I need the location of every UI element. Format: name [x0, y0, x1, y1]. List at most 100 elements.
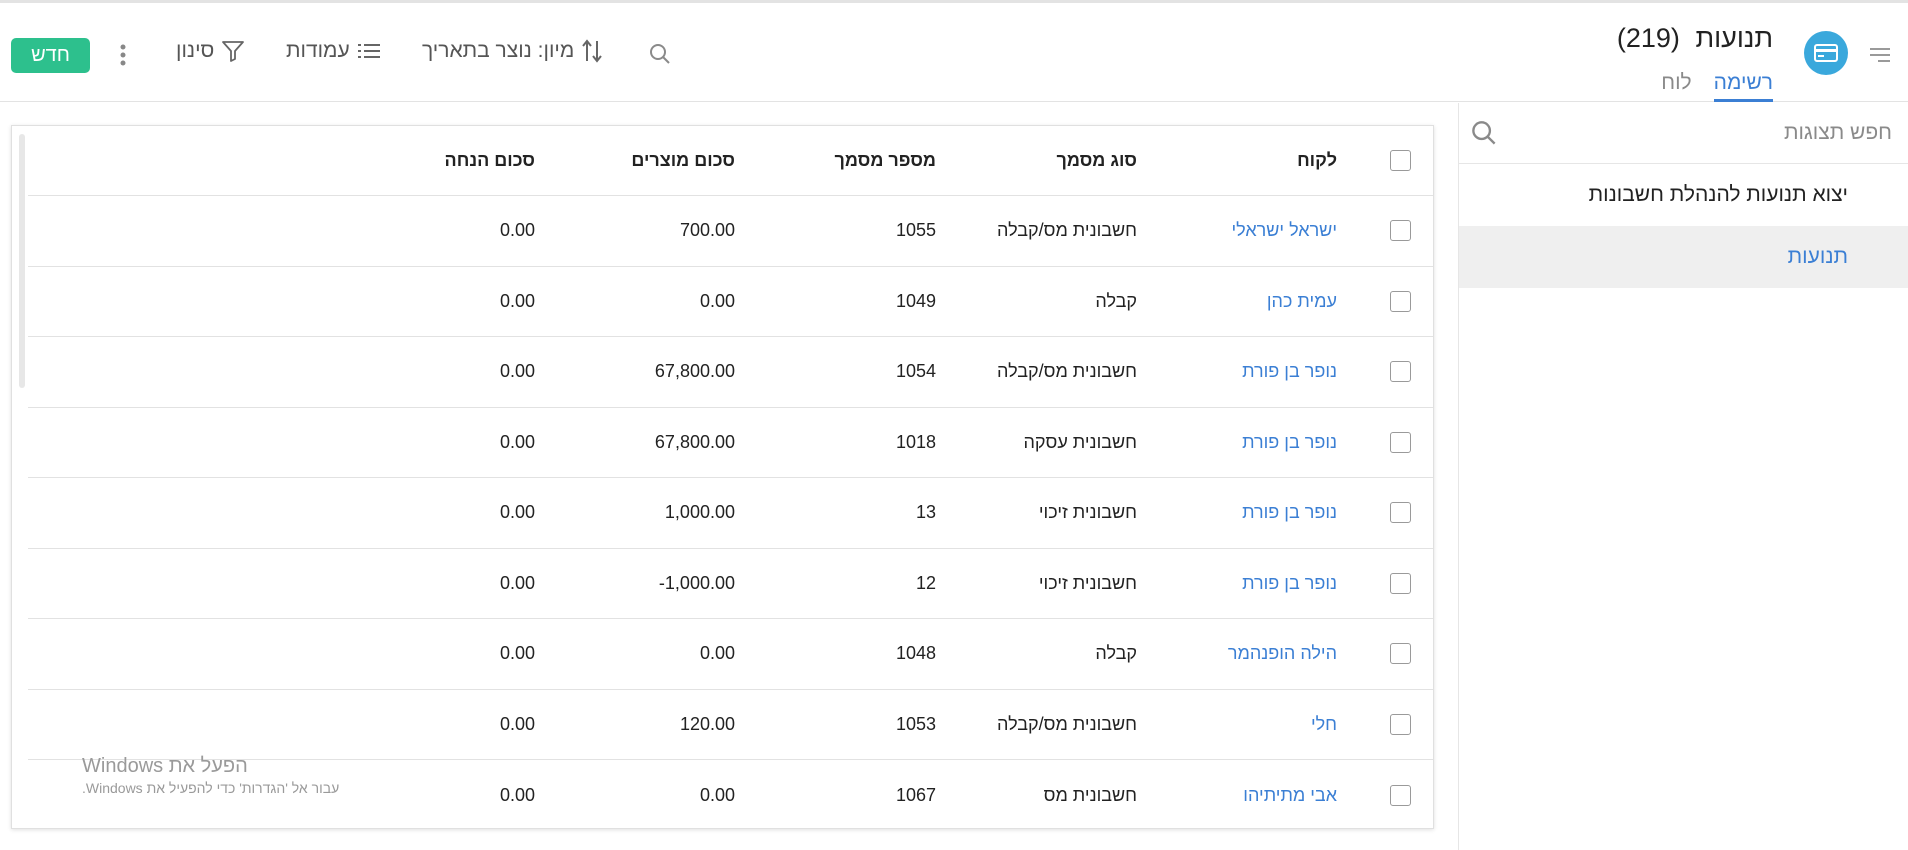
views-search-input[interactable] [1512, 113, 1892, 153]
customer-link[interactable]: נופר בן פורת [1242, 432, 1337, 453]
doc-number-cell: 1055 [895, 220, 936, 241]
filter-button[interactable]: סינון [176, 39, 245, 63]
table-header-row: לקוח סוג מסמך מספר מסמך סכום מוצרים סכום… [28, 126, 1433, 196]
toolbar-search-button[interactable] [648, 41, 672, 67]
table-row[interactable]: חלי חשבונית מס/קבלה 1053 120.00 0.00 [28, 690, 1433, 760]
discount-sum-cell: 0.00 [499, 220, 535, 241]
watermark-title: הפעל את Windows [82, 755, 248, 777]
row-select-cell [1389, 408, 1411, 478]
sidebar-item-transactions[interactable]: תנועות [1459, 226, 1908, 288]
doc-type-cell: חשבונית מס/קבלה [997, 220, 1137, 241]
row-select-cell [1389, 267, 1411, 337]
search-icon [650, 44, 670, 64]
menu-button[interactable] [1868, 43, 1892, 67]
customer-cell: נופר בן פורת [1242, 478, 1337, 548]
doc-number-cell: 13 [915, 502, 936, 523]
customer-cell: ישראל ישראלי [1232, 196, 1338, 266]
transactions-table-card: לקוח סוג מסמך מספר מסמך סכום מוצרים סכום… [11, 125, 1434, 829]
customer-cell: נופר בן פורת [1242, 408, 1337, 478]
hamburger-icon [1870, 48, 1890, 62]
sidebar-item-export[interactable]: יצוא תנועות להנהלת חשבונות [1459, 164, 1908, 226]
products-sum-cell: 1,000.00- [658, 572, 735, 593]
doc-type-cell: חשבונית מס [1043, 784, 1137, 805]
customer-link[interactable]: חלי [1311, 714, 1337, 735]
discount-sum-cell: 0.00 [499, 572, 535, 593]
row-checkbox[interactable] [1389, 643, 1411, 665]
select-all-checkbox[interactable] [1389, 150, 1411, 171]
table-row[interactable]: נופר בן פורת חשבונית זיכוי 13 1,000.00 0… [28, 478, 1433, 549]
row-checkbox[interactable] [1389, 572, 1411, 594]
customer-cell: אבי מתיתיהו [1243, 760, 1337, 828]
customer-cell: נופר בן פורת [1242, 549, 1337, 619]
customer-cell: נופר בן פורת [1242, 337, 1337, 407]
table-row[interactable]: נופר בן פורת חשבונית מס/קבלה 1054 67,800… [28, 337, 1433, 408]
more-button[interactable] [114, 39, 132, 71]
row-checkbox[interactable] [1389, 784, 1411, 806]
discount-sum-cell: 0.00 [499, 431, 535, 452]
credit-card-icon [1814, 44, 1838, 62]
row-checkbox[interactable] [1389, 431, 1411, 453]
doc-type-cell: חשבונית מס/קבלה [997, 361, 1137, 382]
discount-sum-cell: 0.00 [499, 643, 535, 664]
row-checkbox[interactable] [1389, 361, 1411, 383]
customer-link[interactable]: ישראל ישראלי [1232, 220, 1338, 241]
table-row[interactable]: ישראל ישראלי חשבונית מס/קבלה 1055 700.00… [28, 196, 1433, 267]
table-row[interactable]: נופר בן פורת חשבונית עסקה 1018 67,800.00… [28, 408, 1433, 478]
doc-number-cell: 1053 [895, 713, 936, 734]
doc-number-cell: 1049 [895, 290, 936, 311]
header-doc-number[interactable]: מספר מסמך [835, 126, 936, 195]
row-select-cell [1389, 478, 1411, 548]
page-header: תנועות (219) רשימה לוח מיון: נוצר בתאריך… [0, 3, 1908, 102]
sort-button[interactable]: מיון: נוצר בתאריך [422, 39, 603, 63]
row-checkbox[interactable] [1389, 502, 1411, 524]
watermark-subtitle: עבור אל 'הגדרות' כדי להפעיל את Windows. [82, 780, 340, 796]
select-all-cell [1389, 126, 1411, 195]
row-checkbox[interactable] [1389, 220, 1411, 242]
customer-cell: הילה הופנהמר [1228, 619, 1337, 689]
doc-number-cell: 1054 [895, 361, 936, 382]
table-row[interactable]: נופר בן פורת חשבונית זיכוי 12 1,000.00- … [28, 549, 1433, 619]
header-products-sum[interactable]: סכום מוצרים [631, 126, 735, 195]
header-customer[interactable]: לקוח [1297, 126, 1337, 195]
columns-button[interactable]: עמודות [286, 39, 380, 63]
customer-cell: חלי [1311, 690, 1337, 760]
row-select-cell [1389, 337, 1411, 407]
customer-link[interactable]: נופר בן פורת [1242, 502, 1337, 523]
discount-sum-cell: 0.00 [499, 502, 535, 523]
customer-link[interactable]: נופר בן פורת [1242, 361, 1337, 382]
doc-type-cell: חשבונית זיכוי [1038, 502, 1137, 523]
products-sum-cell: 1,000.00 [664, 502, 735, 523]
table-row[interactable]: עמית כהן קבלה 1049 0.00 0.00 [28, 267, 1433, 337]
app-badge [1804, 31, 1848, 75]
products-sum-cell: 0.00 [699, 643, 735, 664]
views-search [1459, 103, 1908, 164]
doc-number-cell: 1067 [895, 784, 936, 805]
page-title: תנועות (219) [1617, 23, 1773, 54]
sort-label: מיון: נוצר בתאריך [422, 39, 575, 62]
header-discount-sum[interactable]: סכום הנחה [445, 126, 535, 195]
doc-number-cell: 12 [915, 572, 936, 593]
filter-label: סינון [176, 39, 215, 62]
products-sum-cell: 67,800.00 [654, 431, 735, 452]
products-sum-cell: 700.00 [679, 220, 735, 241]
customer-link[interactable]: הילה הופנהמר [1228, 643, 1337, 664]
tab-board[interactable]: לוח [1661, 71, 1691, 102]
row-checkbox[interactable] [1389, 290, 1411, 312]
doc-type-cell: קבלה [1095, 290, 1137, 311]
table-row[interactable]: הילה הופנהמר קבלה 1048 0.00 0.00 [28, 619, 1433, 690]
customer-link[interactable]: נופר בן פורת [1242, 573, 1337, 594]
views-sidebar: יצוא תנועות להנהלת חשבונות תנועות [1458, 103, 1908, 850]
scrollbar[interactable] [19, 134, 25, 388]
columns-label: עמודות [286, 39, 350, 62]
list-icon [357, 44, 380, 58]
record-count: (219) [1616, 23, 1680, 53]
row-select-cell [1389, 619, 1411, 689]
sort-arrows-icon [582, 39, 603, 63]
customer-link[interactable]: אבי מתיתיהו [1243, 785, 1337, 806]
header-doc-type[interactable]: סוג מסמך [1056, 126, 1137, 195]
tab-list[interactable]: רשימה [1713, 71, 1773, 102]
products-sum-cell: 120.00 [679, 713, 735, 734]
customer-link[interactable]: עמית כהן [1267, 291, 1337, 312]
new-button[interactable]: חדש [11, 38, 90, 73]
row-checkbox[interactable] [1389, 713, 1411, 735]
